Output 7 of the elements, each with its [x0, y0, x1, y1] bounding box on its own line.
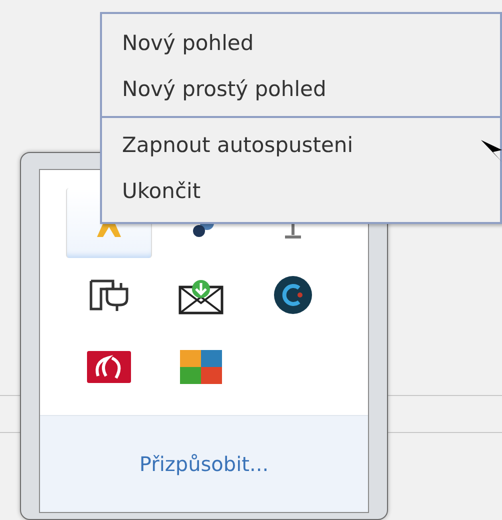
mosaic-logo-icon[interactable]	[179, 349, 223, 385]
menu-item[interactable]: Ukončit	[102, 168, 500, 214]
customize-link[interactable]: Přizpůsobit...	[139, 452, 269, 476]
menu-item[interactable]: Nový prostý pohled	[102, 66, 500, 112]
menu-item[interactable]: Zapnout autospusteni	[102, 122, 500, 168]
menu-item[interactable]: Nový pohled	[102, 20, 500, 66]
swirl-logo-icon[interactable]	[86, 350, 132, 384]
